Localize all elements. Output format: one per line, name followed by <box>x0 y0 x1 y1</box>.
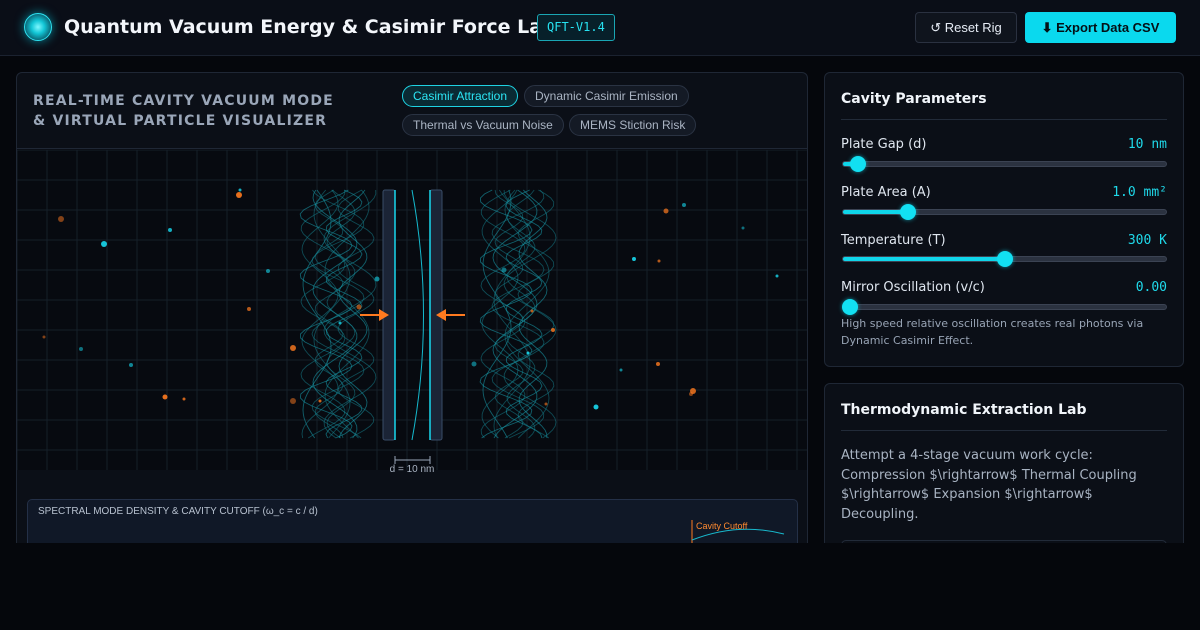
virtual-particle <box>530 309 534 313</box>
plate-gap-slider-thumb[interactable] <box>849 156 866 172</box>
cavity-mode-line <box>411 189 424 441</box>
thermo-title: Thermodynamic Extraction Lab <box>841 402 1087 418</box>
temperature-slider-thumb[interactable] <box>996 251 1013 267</box>
cavity-parameters-panel: Cavity Parameters Plate Gap (d) 10 nm Pl… <box>824 72 1184 367</box>
cavity-cutoff-label: Cavity Cutoff <box>696 521 748 531</box>
temperature-slider-fill <box>843 257 1005 261</box>
virtual-particle <box>338 321 342 325</box>
app-title: Quantum Vacuum Energy & Casimir Force La… <box>64 16 556 38</box>
thermo-description: Attempt a 4-stage vacuum work cycle: Com… <box>841 448 1137 522</box>
virtual-particle <box>162 394 168 400</box>
virtual-particles <box>42 188 779 410</box>
virtual-particle <box>58 216 64 222</box>
vacuum-mode-wave <box>300 190 346 439</box>
parameters-title: Cavity Parameters <box>841 91 987 107</box>
tab-thermal-vs-vacuum-noise[interactable]: Thermal vs Vacuum Noise <box>402 114 564 136</box>
tab-dynamic-casimir-emission[interactable]: Dynamic Casimir Emission <box>524 85 689 107</box>
plate-area-slider-fill <box>843 210 908 214</box>
plate-gap-slider[interactable] <box>842 156 1167 172</box>
thermo-divider <box>841 430 1167 431</box>
logo-orb-icon <box>24 13 52 41</box>
vacuum-mode-canvas <box>17 150 807 470</box>
virtual-particle <box>182 397 186 401</box>
plate-area-slider-thumb[interactable] <box>899 204 916 220</box>
visualizer-title: REAL-TIME CAVITY VACUUM MODE & VIRTUAL P… <box>33 93 334 129</box>
mirror-oscillation-label: Mirror Oscillation (v/c) <box>841 280 985 295</box>
virtual-particle <box>238 188 242 192</box>
virtual-particle <box>775 274 779 278</box>
mirror-oscillation-value: 0.00 <box>1135 280 1167 295</box>
virtual-particle <box>79 347 83 351</box>
vacuum-mode-wave <box>505 189 543 439</box>
temperature-label: Temperature (T) <box>841 233 946 248</box>
virtual-particle <box>657 259 661 263</box>
virtual-particle <box>471 361 477 367</box>
gap-label: d = 10 nm <box>389 464 435 475</box>
virtual-particle <box>544 402 548 406</box>
virtual-particle <box>236 192 242 198</box>
virtual-particle <box>129 363 133 367</box>
plate-area-slider[interactable] <box>842 204 1167 220</box>
thermodynamic-extraction-panel: Thermodynamic Extraction Lab Attempt a 4… <box>824 383 1184 563</box>
plate-area-label: Plate Area (A) <box>841 185 931 200</box>
tab-casimir-attraction[interactable]: Casimir Attraction <box>402 85 519 107</box>
virtual-particle <box>689 392 693 396</box>
visualizer-panel: REAL-TIME CAVITY VACUUM MODE & VIRTUAL P… <box>16 72 808 562</box>
virtual-particle <box>619 368 623 372</box>
mirror-oscillation-slider-thumb[interactable] <box>842 299 858 315</box>
plate-gap-label: Plate Gap (d) <box>841 137 927 152</box>
temperature-slider[interactable] <box>842 251 1167 267</box>
version-badge: QFT-V1.4 <box>537 14 615 41</box>
export-csv-button[interactable]: ⬇ Export Data CSV <box>1025 12 1176 43</box>
visualizer-header: REAL-TIME CAVITY VACUUM MODE & VIRTUAL P… <box>17 73 807 149</box>
virtual-particle <box>168 228 172 232</box>
virtual-particle <box>501 267 507 273</box>
virtual-particle <box>42 335 46 339</box>
virtual-particle <box>290 398 296 404</box>
parameters-divider <box>841 119 1167 120</box>
virtual-particle <box>682 203 686 207</box>
canvas-grid <box>17 150 807 470</box>
virtual-particle <box>290 345 296 351</box>
virtual-particle <box>593 404 599 410</box>
virtual-particle <box>101 241 107 247</box>
virtual-particle <box>551 328 555 332</box>
oscillation-hint: High speed relative oscillation creates … <box>841 317 1144 347</box>
virtual-particle <box>663 208 669 214</box>
virtual-particle <box>356 304 362 310</box>
page-bottom-area <box>0 543 1200 630</box>
virtual-particle <box>374 276 380 282</box>
virtual-particle <box>266 269 270 273</box>
virtual-particle <box>656 362 660 366</box>
virtual-particle <box>247 307 251 311</box>
vacuum-wave-field <box>299 189 557 439</box>
virtual-particle <box>318 399 322 403</box>
virtual-particle <box>741 226 745 230</box>
mirror-oscillation-slider[interactable] <box>842 299 1167 315</box>
temperature-value: 300 K <box>1127 233 1167 248</box>
plate-area-value: 1.0 mm² <box>1112 185 1167 200</box>
plate-gap-value: 10 nm <box>1127 137 1167 152</box>
virtual-particle <box>632 257 636 261</box>
reset-rig-button[interactable]: ↺ Reset Rig <box>915 12 1017 43</box>
app-header: Quantum Vacuum Energy & Casimir Force La… <box>0 0 1200 56</box>
tab-mems-stiction-risk[interactable]: MEMS Stiction Risk <box>569 114 697 136</box>
virtual-particle <box>526 351 530 355</box>
